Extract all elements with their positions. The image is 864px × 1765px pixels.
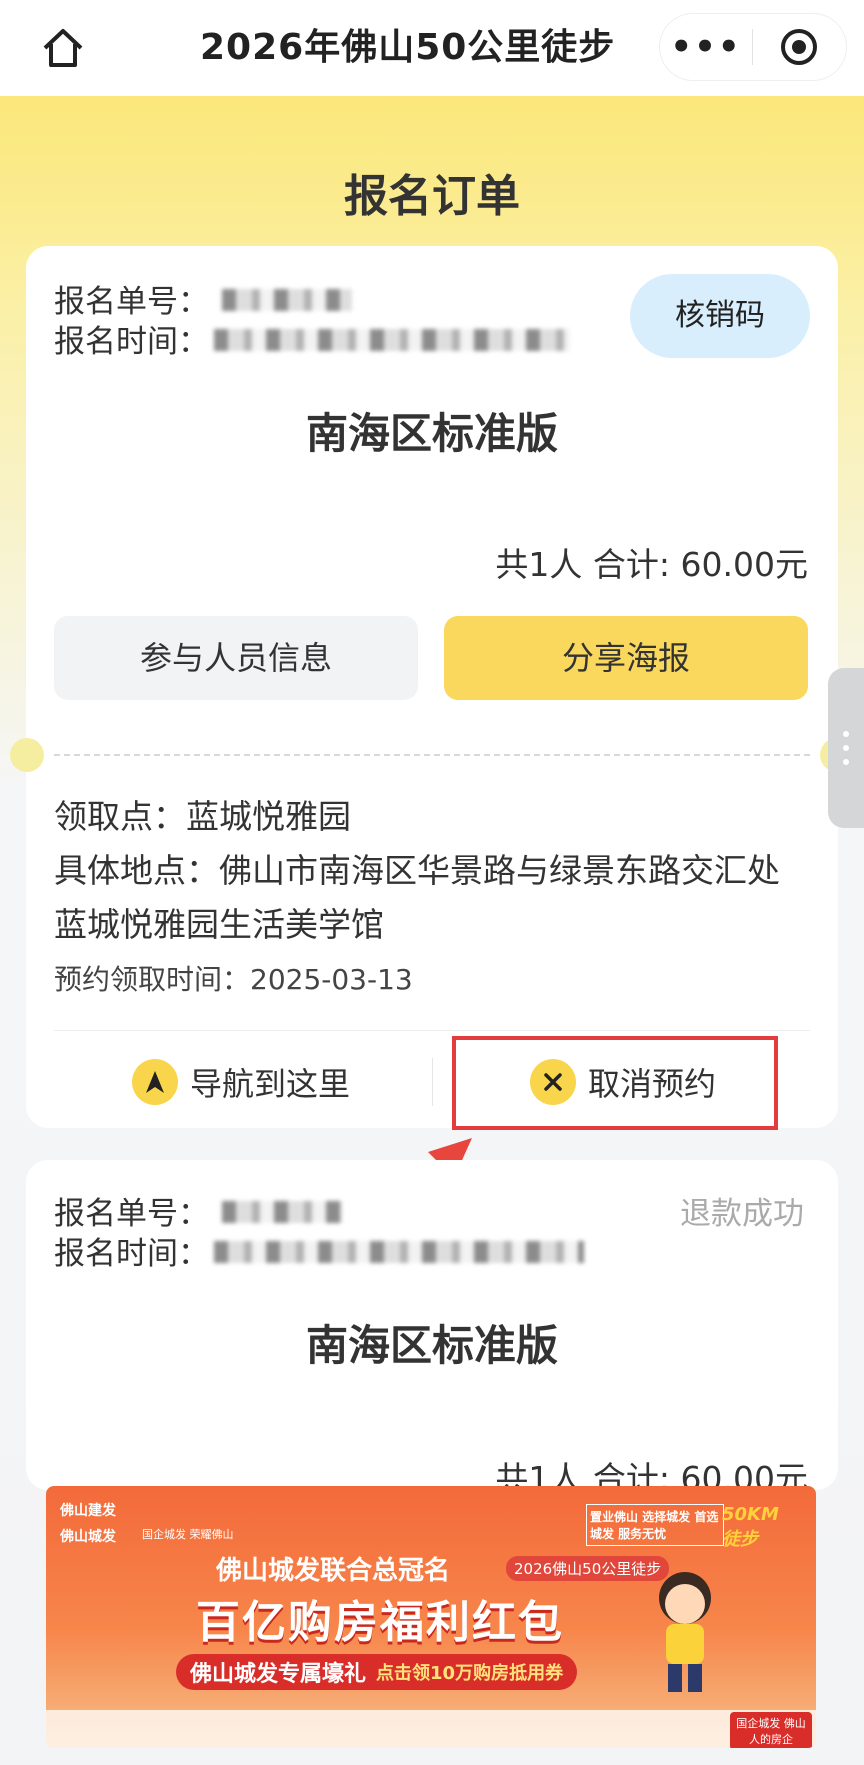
record-icon [781,29,817,65]
order-time-label: 报名时间： [54,324,209,360]
order-time-value-redacted [214,1241,584,1263]
plan-name: 南海区标准版 [305,1321,558,1370]
order-number-value-redacted [222,1201,342,1223]
refund-status: 退款成功 [680,1196,804,1232]
brand-2: 佛山城发 [60,1529,116,1545]
close-program-button[interactable] [753,14,845,80]
order-number-label: 报名单号： [54,284,209,320]
action-divider [54,1030,810,1031]
action-separator [432,1058,433,1106]
pickup-point: 领取点：蓝城悦雅园 [54,797,351,836]
order-time-label: 报名时间： [54,1236,209,1272]
sponsor-line: 佛山城发联合总冠名 [216,1556,451,1586]
slogan: 置业佛山 选择城发 首选城发 服务无忧 [586,1504,724,1546]
order-number-label: 报名单号： [54,1196,209,1232]
page-title: 报名订单 [344,171,520,222]
plan-name: 南海区标准版 [305,409,558,458]
verify-code-button[interactable]: 核销码 [630,274,810,358]
promo-banner[interactable]: 佛山建发 佛山城发 国企城发 荣耀佛山 置业佛山 选择城发 首选城发 服务无忧 … [46,1486,816,1748]
corner-badge: 国企城发 佛山人的房企 [730,1712,812,1748]
ticket-divider [54,754,810,756]
order-total: 共1人 合计: 60.00元 [495,545,808,584]
appointment-time: 预约领取时间：2025-03-13 [54,963,413,996]
sub-left: 佛山城发专属壕礼 [190,1662,367,1687]
page-header-title: 2026年佛山50公里徒步 [200,27,616,68]
navigation-arrow-icon [131,1059,178,1105]
home-icon [43,29,83,67]
sub-right: 点击领10万购房抵用券 [376,1663,564,1684]
participants-info-button[interactable]: 参与人员信息 [54,616,418,700]
headline: 百亿购房福利红包 [196,1597,564,1648]
order-time-value-redacted [214,329,570,351]
order-number-value-redacted [222,289,352,311]
side-float-handle[interactable] [828,668,864,828]
highlight-box [452,1036,778,1130]
brand-1: 佛山建发 [60,1503,116,1519]
share-poster-button[interactable]: 分享海报 [444,616,808,700]
mascot-illustration [646,1566,724,1696]
coupon-strip[interactable]: 佛山城发专属壕礼 点击领10万购房抵用券 [176,1654,578,1690]
sponsor-logos-strip [46,1710,816,1748]
mini-program-capsule: ••• [660,14,846,80]
navigate-button[interactable]: 导航到这里 [54,1036,428,1128]
brand-2-tag: 国企城发 荣耀佛山 [142,1528,234,1541]
home-button[interactable] [34,22,92,74]
ticket-notch-left [10,738,44,772]
navigate-button-label: 导航到这里 [189,1065,350,1103]
event-tag: 2026佛山50公里徒步 [506,1556,670,1581]
event-logo: 50KM 徒步 [722,1504,779,1550]
pickup-address: 具体地点：佛山市南海区华景路与绿景东路交汇处蓝城悦雅园生活美学馆 [54,851,780,944]
more-dots-icon[interactable]: ••• [660,14,752,80]
